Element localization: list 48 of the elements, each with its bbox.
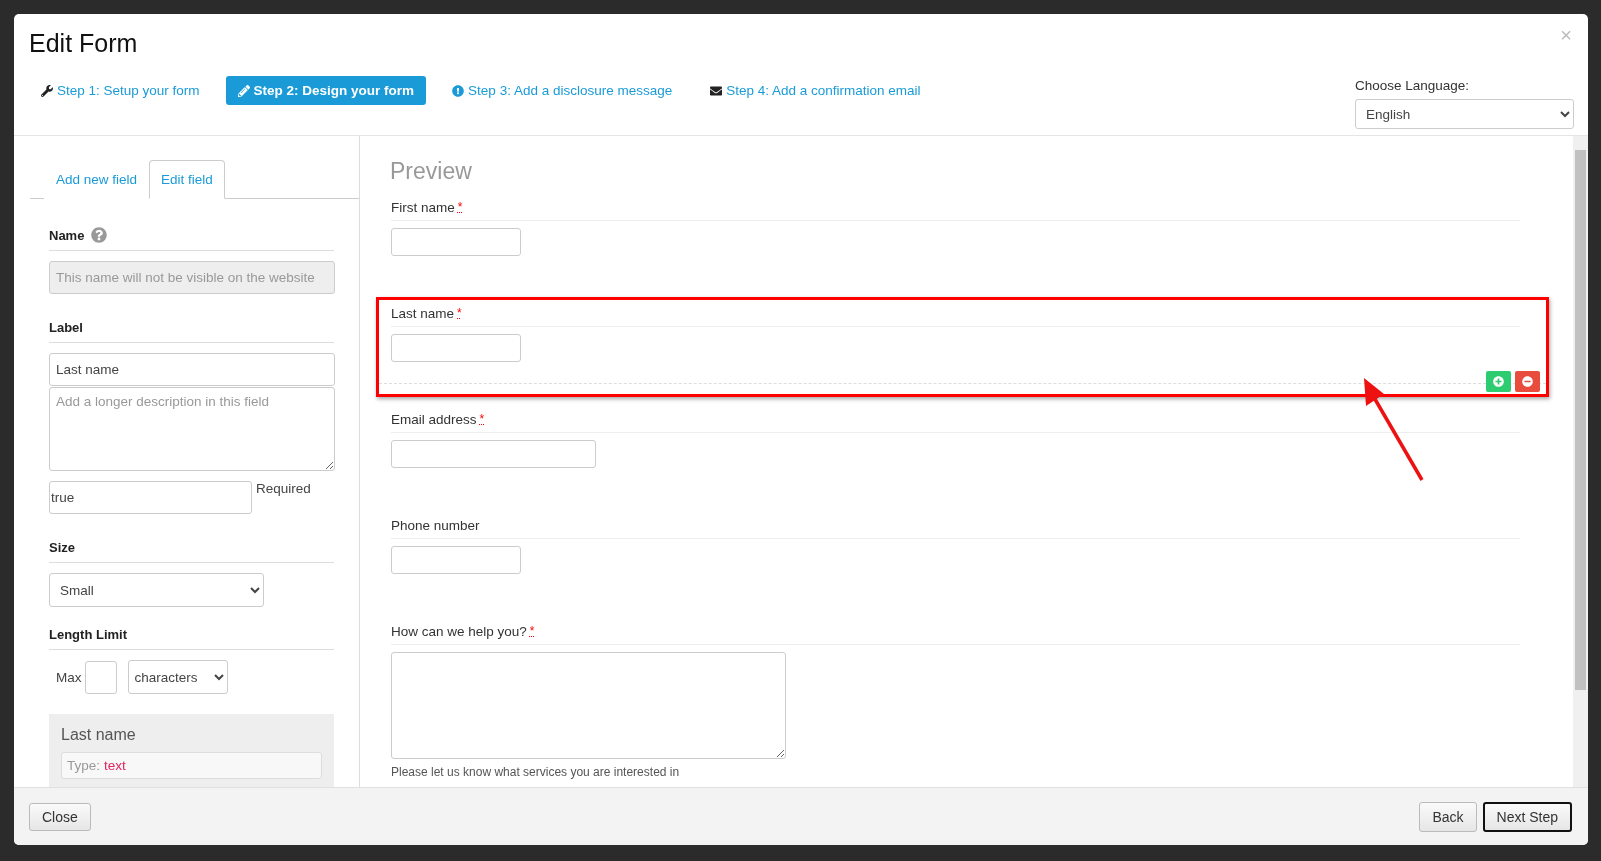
label-field[interactable]: Last name: [49, 353, 335, 386]
envelope-icon: [710, 84, 723, 97]
preview-input[interactable]: [391, 440, 596, 468]
field-label: First name: [391, 200, 455, 215]
required-mark: *: [529, 624, 535, 639]
help-text: Please let us know what services you are interested in: [391, 765, 681, 779]
field-label: How can we help you?: [391, 624, 527, 639]
field-label: Phone number: [391, 518, 480, 533]
field-label: Last name: [391, 306, 455, 321]
back-button[interactable]: Back: [1419, 801, 1477, 832]
preview-input[interactable]: [391, 546, 521, 574]
size-select[interactable]: Small: [49, 573, 264, 607]
required-mark: *: [457, 200, 463, 215]
required-field[interactable]: true: [49, 481, 252, 514]
required-mark: *: [457, 306, 462, 321]
preview-title: Preview: [390, 158, 473, 185]
language-label: Choose Language:: [1355, 78, 1471, 93]
required-label: Required: [256, 481, 311, 496]
help-icon[interactable]: [91, 227, 108, 243]
exclamation-icon: [452, 84, 465, 97]
language-select[interactable]: English: [1355, 99, 1574, 129]
close-button[interactable]: Close: [29, 802, 91, 831]
unit-select[interactable]: characters: [127, 660, 228, 694]
plus-icon: [1493, 376, 1504, 387]
next-step-button[interactable]: Next Step: [1482, 801, 1572, 832]
minus-icon: [1522, 376, 1533, 387]
label-label: Label: [49, 320, 83, 335]
preview-textarea[interactable]: [391, 652, 786, 759]
add-button[interactable]: [1486, 371, 1511, 392]
required-mark: *: [479, 412, 485, 427]
field-label: Email address: [391, 412, 477, 427]
preview-input[interactable]: [391, 228, 521, 256]
type-label: Type:: [67, 758, 101, 773]
pencil-icon: [237, 84, 250, 97]
name-field[interactable]: This name will not be visible on the website: [49, 261, 335, 294]
max-label: Max: [56, 669, 82, 685]
size-label: Size: [49, 540, 75, 555]
wrench-icon: [41, 84, 53, 97]
preview-input[interactable]: [391, 334, 521, 362]
description-field[interactable]: Add a longer description in this field: [49, 387, 335, 471]
remove-button[interactable]: [1515, 371, 1540, 392]
scrollbar[interactable]: [1573, 136, 1588, 787]
length-limit-label: Length Limit: [49, 627, 127, 642]
dialog-title: Edit Form: [29, 28, 139, 58]
max-length-field[interactable]: [84, 660, 117, 694]
summary-title: Last name: [61, 726, 137, 744]
type-value: text: [104, 758, 126, 773]
name-label: Name: [49, 227, 85, 243]
